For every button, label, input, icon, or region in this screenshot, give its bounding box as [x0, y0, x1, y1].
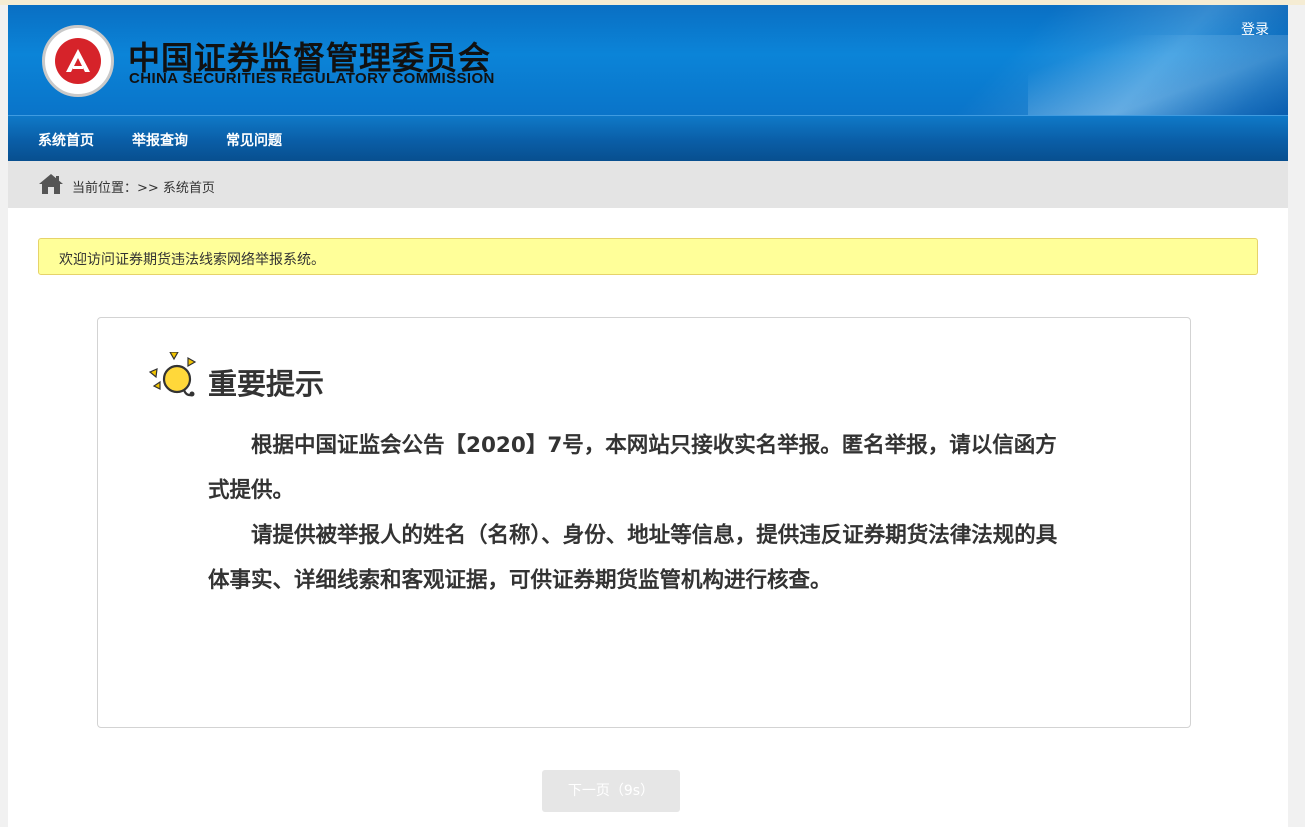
login-link[interactable]: 登录 — [1241, 19, 1269, 39]
csrc-emblem-logo — [42, 25, 114, 97]
breadcrumb-text: 当前位置：>> 系统首页 — [72, 181, 215, 196]
nav-item-report-query[interactable]: 举报查询 — [132, 130, 188, 150]
home-icon[interactable] — [38, 173, 64, 195]
tip-title: 重要提示 — [208, 367, 325, 401]
breadcrumb: 当前位置：>> 系统首页 — [8, 161, 1288, 208]
page-container: 中国证券监督管理委员会 CHINA SECURITIES REGULATORY … — [8, 5, 1288, 827]
tip-body: 根据中国证监会公告【2020】7号，本网站只接收实名举报。匿名举报，请以信函方式… — [208, 423, 1078, 603]
next-page-button[interactable]: 下一页（9s） — [542, 770, 680, 812]
nav-item-faq[interactable]: 常见问题 — [226, 130, 282, 150]
logo-mark-icon — [66, 49, 90, 72]
welcome-notice-text: 欢迎访问证券期货违法线索网络举报系统。 — [59, 252, 325, 268]
logo-red-disc — [55, 38, 101, 84]
important-tip-panel: 重要提示 根据中国证监会公告【2020】7号，本网站只接收实名举报。匿名举报，请… — [97, 317, 1191, 728]
brand-name-english: CHINA SECURITIES REGULATORY COMMISSION — [129, 70, 495, 87]
welcome-notice: 欢迎访问证券期货违法线索网络举报系统。 — [38, 238, 1258, 275]
nav-item-home[interactable]: 系统首页 — [38, 130, 94, 150]
lightbulb-icon — [148, 352, 197, 397]
main-nav: 系统首页 举报查询 常见问题 — [8, 115, 1288, 161]
site-header: 中国证券监督管理委员会 CHINA SECURITIES REGULATORY … — [8, 5, 1288, 115]
tip-paragraph: 根据中国证监会公告【2020】7号，本网站只接收实名举报。匿名举报，请以信函方式… — [208, 433, 1057, 503]
tip-paragraph: 请提供被举报人的姓名（名称）、身份、地址等信息，提供违反证券期货法律法规的具体事… — [208, 523, 1058, 593]
